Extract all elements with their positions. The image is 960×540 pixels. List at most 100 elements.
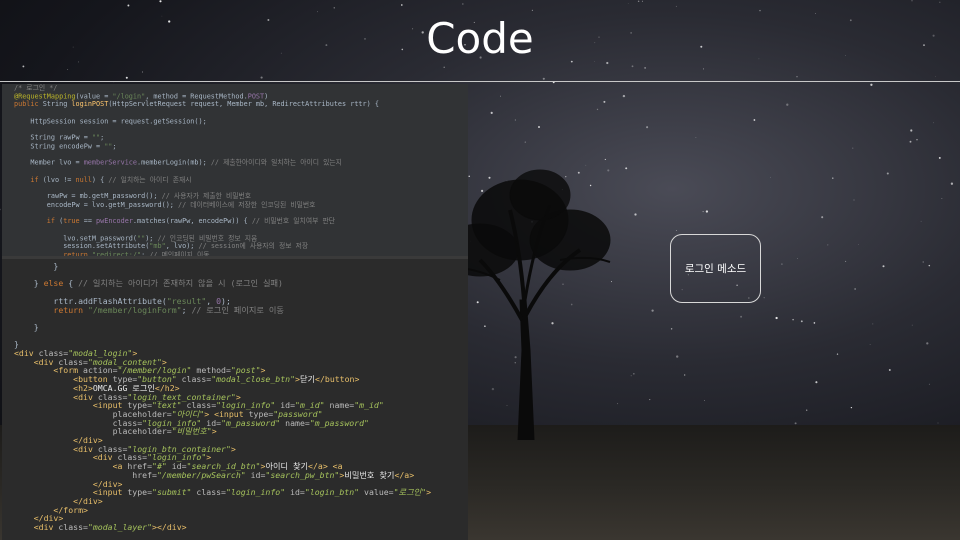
star	[333, 7, 335, 9]
star	[317, 11, 318, 13]
code-token: "login_btn"	[304, 487, 365, 498]
star	[537, 125, 541, 129]
star	[797, 257, 798, 259]
star	[625, 167, 628, 170]
star	[514, 119, 517, 121]
star	[786, 103, 789, 106]
star	[911, 0, 913, 2]
code-token: "/member/pwSearch"	[156, 469, 251, 480]
slide-title: Code	[426, 14, 534, 63]
code-token: else	[43, 278, 69, 289]
code-token: "m_password"	[309, 417, 369, 428]
code-token: ></div>	[152, 522, 187, 533]
star	[651, 309, 654, 312]
code-line: } else { // 일치하는 아이디가 존재하지 않을 시 (로그인 실패)	[14, 279, 431, 288]
code-token: null	[75, 174, 92, 184]
code-token: // 인코딩된 비밀번호 정보 지움	[157, 233, 258, 243]
star	[704, 400, 705, 401]
code-token: (HttpServletRequest request, Member mb, …	[108, 99, 379, 109]
code-token: POST	[247, 91, 265, 101]
star	[125, 76, 128, 79]
code-token: session.setAttribute(	[14, 241, 150, 251]
code-token: "/member/loginForm"	[87, 304, 182, 315]
code-token: .matches(rawPw, encodePw)) {	[132, 216, 252, 226]
code-line: </form>	[14, 505, 431, 515]
code-token: @RequestMapping	[14, 91, 76, 101]
star	[845, 260, 847, 262]
star	[644, 67, 646, 69]
star	[634, 213, 637, 216]
star	[853, 199, 855, 201]
code-token: "login_info"	[225, 487, 291, 498]
code-line: Member lvo = memberService.memberLogin(m…	[14, 158, 379, 167]
star	[630, 375, 632, 377]
code-token: name=	[329, 400, 355, 411]
star	[705, 210, 709, 213]
code-line: if (lvo != null) { // 일치하는 아이디 존재시	[14, 174, 379, 184]
code-token: "search_pw_btn"	[265, 469, 340, 480]
star	[910, 129, 913, 132]
star	[928, 383, 930, 385]
code-token: ;	[181, 304, 192, 315]
code-token: "submit"	[152, 487, 197, 498]
code-line: public String loginPOST(HttpServletReque…	[14, 99, 379, 109]
star	[858, 244, 859, 245]
star	[675, 230, 677, 231]
star	[702, 211, 704, 213]
code-token: >	[211, 426, 217, 437]
star	[159, 0, 162, 3]
star	[695, 137, 697, 138]
code-token: <div	[14, 522, 59, 533]
code-token: rawPw =	[59, 133, 92, 142]
star	[775, 316, 778, 320]
star	[770, 176, 771, 178]
code-token: "modal_close_btn"	[211, 374, 296, 385]
code-token: loginPOST	[71, 99, 109, 109]
star	[603, 100, 606, 103]
star	[631, 65, 634, 68]
code-token: ;	[112, 141, 117, 151]
star	[836, 353, 839, 355]
star	[763, 297, 765, 299]
code-token: lvo.setM_password(	[14, 233, 137, 243]
star	[596, 108, 599, 111]
code-token: </button>	[315, 374, 360, 385]
star	[882, 265, 885, 268]
star	[938, 156, 941, 159]
star	[67, 69, 69, 70]
code-token: {	[68, 278, 79, 289]
star	[850, 406, 853, 409]
code-token: // 일치하는 아이디가 존재하지 않을 시 (로그인 실패)	[78, 278, 283, 289]
star	[909, 140, 912, 143]
code-line: if (true == pwEncoder.matches(rawPw, enc…	[14, 216, 379, 226]
star	[813, 322, 816, 324]
code-token: ""	[91, 133, 101, 142]
code-token: .memberLogin(mb);	[137, 158, 211, 167]
code-token: >	[426, 487, 432, 498]
login-method-label-box: 로그인 메소드	[670, 234, 761, 303]
star	[920, 220, 922, 222]
star	[675, 5, 677, 7]
code-token: name=	[285, 417, 310, 428]
code-token: encodePw =	[59, 141, 105, 151]
html-code-panel: } } else { // 일치하는 아이디가 존재하지 않을 시 (로그인 실…	[2, 256, 468, 540]
code-token: return	[14, 304, 88, 315]
code-token: "/login"	[112, 91, 146, 101]
code-token: pwEncoder	[96, 216, 133, 226]
java-code-panel: /* 로그인 */@RequestMapping(value = "/login…	[2, 84, 468, 256]
title-divider	[0, 81, 960, 82]
code-token: if	[14, 174, 43, 184]
code-token: id=	[250, 469, 266, 480]
star	[753, 119, 756, 121]
star	[260, 76, 263, 79]
star	[872, 323, 874, 325]
star	[911, 324, 913, 326]
star	[500, 95, 501, 97]
star	[869, 343, 871, 345]
code-token: encodePw = lvo.getM_password();	[14, 200, 179, 209]
star	[542, 77, 545, 80]
star	[815, 381, 818, 384]
code-token: if	[14, 216, 60, 226]
code-token: }	[14, 261, 59, 271]
